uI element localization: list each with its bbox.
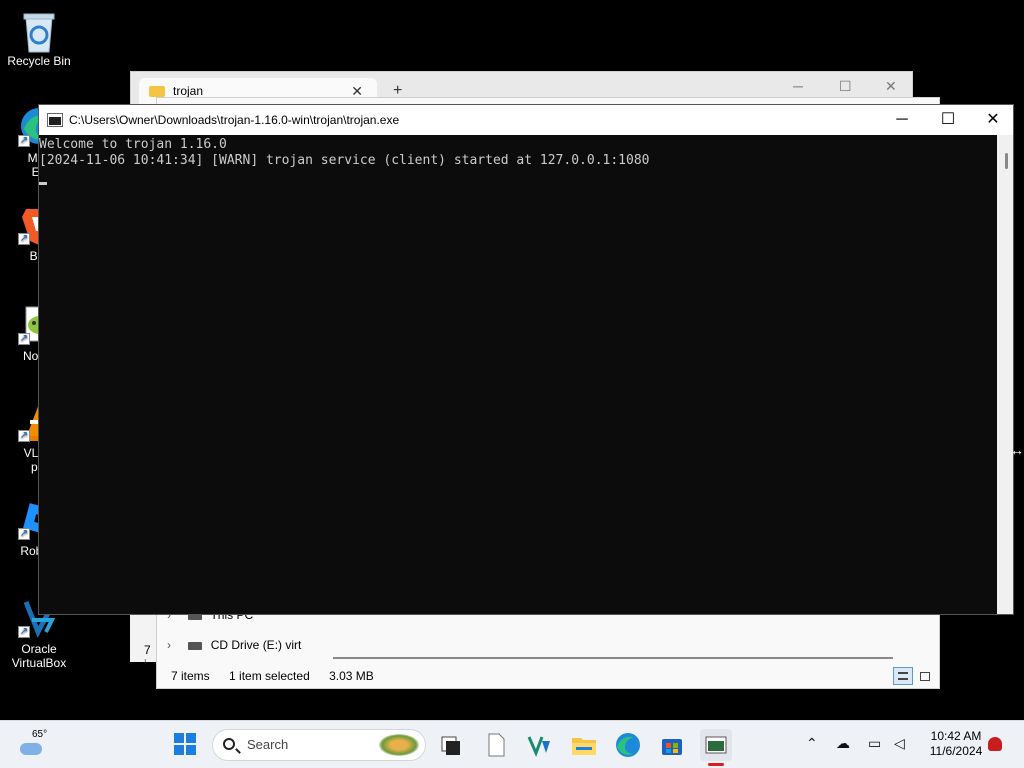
- taskbar-app-notepad[interactable]: [480, 729, 512, 761]
- clock-time: 10:42 AM: [930, 729, 982, 743]
- cloud-icon: [20, 743, 42, 755]
- console-output[interactable]: Welcome to trojan 1.16.0 [2024-11-06 10:4…: [39, 135, 997, 614]
- taskbar: 65° Search ⌃ ☁ ▭ ◁ 10:42 AM 11/6/2024: [0, 720, 1024, 768]
- nav-tree-item-cd-drive[interactable]: › CD Drive (E:) virt: [167, 635, 301, 655]
- folder-icon: [149, 86, 165, 97]
- taskbar-app-edge[interactable]: [612, 729, 644, 761]
- explorer-statusbar: 7 items 1 item selected 3.03 MB: [157, 664, 939, 688]
- console-window[interactable]: C:\Users\Owner\Downloads\trojan-1.16.0-w…: [38, 104, 1014, 615]
- resize-cursor-icon: ↔: [1010, 442, 1024, 458]
- horizontal-scrollbar[interactable]: [333, 657, 893, 659]
- vertical-scrollbar[interactable]: [997, 135, 1013, 614]
- text-cursor: [39, 182, 47, 185]
- close-button[interactable]: ✕: [970, 105, 1016, 135]
- desktop-icon-recycle-bin[interactable]: Recycle Bin: [0, 8, 78, 68]
- console-title: C:\Users\Owner\Downloads\trojan-1.16.0-w…: [69, 113, 400, 127]
- minimize-icon[interactable]: ─: [793, 78, 803, 94]
- console-app-icon: [47, 113, 63, 127]
- weather-widget[interactable]: 65°: [16, 729, 56, 761]
- selection-size: 3.03 MB: [329, 669, 374, 683]
- task-view-icon: [441, 736, 460, 755]
- desktop-icon-label: Recycle Bin: [7, 54, 71, 68]
- search-icon: [223, 738, 235, 750]
- weather-temp: 65°: [32, 729, 48, 740]
- shortcut-arrow-icon: ↗: [18, 626, 30, 638]
- system-clock[interactable]: 10:42 AM 11/6/2024: [918, 729, 994, 759]
- explorer-back-status: 7 i: [130, 607, 156, 671]
- visual-studio-icon: [527, 736, 550, 757]
- console-line: [2024-11-06 10:41:34] [WARN] trojan serv…: [39, 153, 650, 168]
- folder-icon: [572, 738, 596, 755]
- maximize-icon[interactable]: ☐: [839, 78, 852, 95]
- shortcut-arrow-icon: ↗: [18, 233, 30, 245]
- store-icon: [662, 739, 682, 755]
- maximize-button[interactable]: ☐: [925, 105, 971, 135]
- scrollbar-thumb[interactable]: [1005, 153, 1008, 169]
- shortcut-arrow-icon: ↗: [18, 333, 30, 345]
- notification-bell-icon[interactable]: [988, 737, 1002, 751]
- search-placeholder: Search: [247, 737, 289, 752]
- search-highlight-icon: [379, 734, 419, 756]
- selection-count: 1 item selected: [229, 669, 310, 683]
- shortcut-arrow-icon: ↗: [18, 430, 30, 442]
- console-line: Welcome to trojan 1.16.0: [39, 137, 227, 152]
- clock-date: 11/6/2024: [929, 744, 983, 758]
- taskbar-app-file-explorer[interactable]: [568, 729, 600, 761]
- edge-icon: [616, 733, 640, 757]
- nav-tree-label: CD Drive (E:) virt: [210, 638, 302, 652]
- console-titlebar[interactable]: C:\Users\Owner\Downloads\trojan-1.16.0-w…: [39, 105, 1013, 135]
- explorer-back-status-text: 7 i: [144, 643, 151, 671]
- network-offline-icon[interactable]: ☁: [836, 735, 850, 752]
- taskbar-app-store[interactable]: [656, 729, 688, 761]
- volume-muted-icon[interactable]: ◁: [894, 735, 905, 752]
- shortcut-arrow-icon: ↗: [18, 135, 30, 147]
- device-icon[interactable]: ▭: [868, 735, 881, 752]
- active-app-indicator: [708, 763, 724, 766]
- shortcut-arrow-icon: ↗: [18, 528, 30, 540]
- console-app-icon: [705, 736, 727, 754]
- recycle-bin-icon: [18, 8, 60, 53]
- details-view-button[interactable]: [893, 667, 913, 685]
- cd-drive-icon: [188, 641, 203, 650]
- taskbar-search[interactable]: Search: [212, 729, 426, 761]
- taskbar-app-trojan-console[interactable]: [700, 729, 732, 761]
- minimize-button[interactable]: ─: [879, 105, 925, 135]
- document-icon: [488, 733, 505, 757]
- taskbar-app-cmd[interactable]: [434, 729, 466, 761]
- tiles-view-button[interactable]: [915, 667, 935, 685]
- item-count: 7 items: [171, 669, 210, 683]
- chevron-up-icon[interactable]: ⌃: [806, 735, 818, 752]
- chevron-right-icon[interactable]: ›: [167, 635, 185, 655]
- desktop-icon-label: Oracle VirtualBox: [11, 642, 67, 670]
- start-button[interactable]: [170, 729, 202, 761]
- windows-logo-icon: [174, 733, 184, 743]
- explorer-tab-label: trojan: [173, 84, 204, 98]
- taskbar-app-vs[interactable]: [524, 729, 556, 761]
- close-icon[interactable]: ✕: [885, 78, 897, 95]
